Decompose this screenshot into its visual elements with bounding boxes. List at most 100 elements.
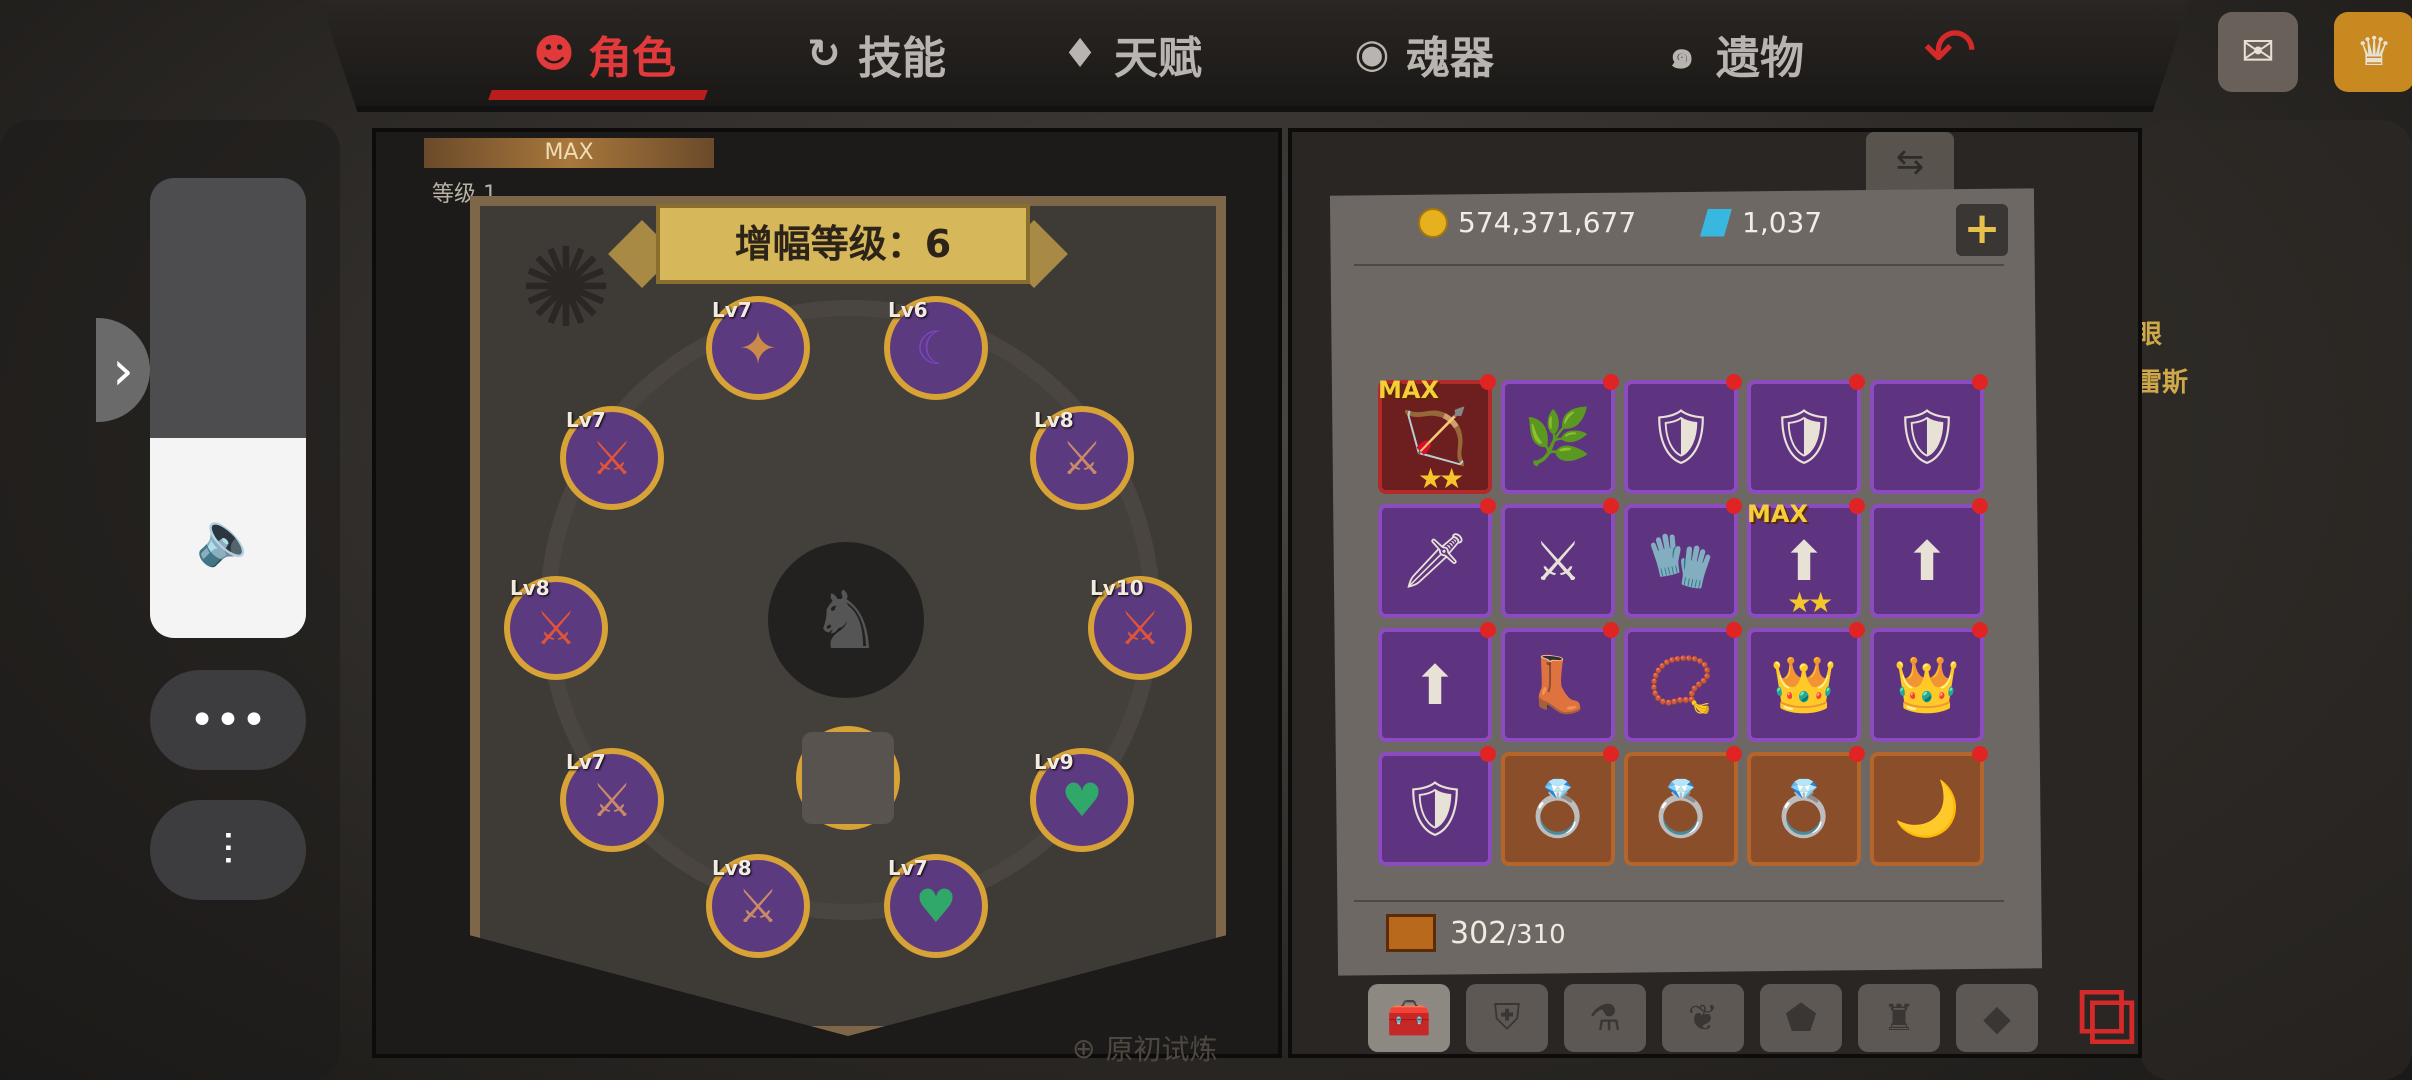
- add-currency-button[interactable]: +: [1956, 204, 2008, 256]
- inventory-item[interactable]: ⚔: [1501, 504, 1615, 618]
- slot-level-label: Lv10: [1090, 576, 1144, 600]
- toolbox-icon: 🧰: [1386, 998, 1432, 1039]
- category-tab[interactable]: ❦: [1662, 984, 1744, 1052]
- equipment-icon: 👢: [1524, 653, 1592, 716]
- tab-character-label: 角色: [588, 33, 676, 84]
- mail-button[interactable]: ✉: [2218, 12, 2298, 92]
- equipment-icon: 🧤: [1647, 529, 1715, 592]
- trial-icon: ⊕: [1072, 1031, 1096, 1065]
- new-item-dot: [1849, 374, 1865, 390]
- star-rating: ★★: [1787, 586, 1833, 619]
- inventory-capacity: 302/310: [1386, 914, 1566, 952]
- inventory-item[interactable]: ⬆: [1378, 628, 1492, 742]
- craft-button[interactable]: ⧉: [2052, 960, 2162, 1070]
- inventory-item[interactable]: 💍: [1501, 752, 1615, 866]
- mail-icon: ✉: [2241, 29, 2275, 75]
- tab-skill-label: 技能: [858, 33, 946, 84]
- gem-amount: 1,037: [1742, 206, 1823, 239]
- leaf-icon: ❦: [1687, 997, 1719, 1039]
- gem-display: 1,037: [1700, 206, 1822, 239]
- max-level-bar: MAX: [424, 138, 714, 168]
- amplify-slot[interactable]: [796, 726, 900, 830]
- new-item-dot: [1603, 746, 1619, 762]
- inventory-item[interactable]: 👑: [1870, 628, 1984, 742]
- more-options-button[interactable]: •••: [150, 670, 306, 770]
- star-rating: ★★: [1418, 462, 1464, 495]
- category-tab[interactable]: ◆: [1956, 984, 2038, 1052]
- tab-relic[interactable]: ๑ 遗物: [1658, 18, 1804, 90]
- equipment-icon: 🗡: [1400, 529, 1470, 592]
- new-item-dot: [1480, 374, 1496, 390]
- tab-soul-vessel[interactable]: ◉ 魂器: [1348, 18, 1494, 90]
- equipment-icon: 👑: [1770, 653, 1838, 716]
- slot-level-label: Lv8: [1034, 408, 1074, 432]
- new-item-dot: [1972, 746, 1988, 762]
- equipment-icon: 💍: [1770, 777, 1838, 840]
- tab-skill[interactable]: ↻ 技能: [800, 18, 946, 90]
- back-button[interactable]: ↶: [1870, 12, 2030, 92]
- slot-level-label: Lv9: [1034, 750, 1074, 774]
- background-scenery-right: [2140, 120, 2412, 1080]
- new-item-dot: [1726, 498, 1742, 514]
- gold-amount: 574,371,677: [1458, 206, 1637, 239]
- rune-icon: ⬟: [1785, 997, 1817, 1039]
- new-item-dot: [1972, 498, 1988, 514]
- inventory-item[interactable]: ⬆: [1870, 504, 1984, 618]
- volume-slider-track: [150, 178, 306, 438]
- tab-relic-label: 遗物: [1716, 33, 1804, 84]
- ellipsis-icon: •••: [189, 694, 267, 746]
- new-item-dot: [1849, 622, 1865, 638]
- volume-slider[interactable]: 🔈: [150, 178, 306, 638]
- equipment-icon: 🛡: [1646, 405, 1716, 468]
- inventory-item[interactable]: 🛡: [1747, 380, 1861, 494]
- inventory-item[interactable]: 👑: [1747, 628, 1861, 742]
- equipment-icon: 👑: [1893, 653, 1961, 716]
- inventory-item[interactable]: 👢: [1501, 628, 1615, 742]
- equalizer-button[interactable]: ⫶: [150, 800, 306, 900]
- inventory-item[interactable]: 🗡: [1378, 504, 1492, 618]
- category-tab[interactable]: ♜: [1858, 984, 1940, 1052]
- soul-vessel-icon: ◉: [1354, 31, 1390, 77]
- inventory-item[interactable]: 💍: [1747, 752, 1861, 866]
- sort-icon: ⇆: [1895, 142, 1925, 182]
- inventory-item[interactable]: 🛡: [1624, 380, 1738, 494]
- treasure-chest-icon: ♛: [2356, 29, 2392, 75]
- equipment-icon: ⬆: [1412, 653, 1458, 717]
- equipment-icon: 🌿: [1524, 405, 1592, 468]
- inventory-item[interactable]: 🛡: [1378, 752, 1492, 866]
- category-tab[interactable]: ⚗: [1564, 984, 1646, 1052]
- inventory-item[interactable]: 🧤: [1624, 504, 1738, 618]
- new-item-dot: [1480, 498, 1496, 514]
- gold-coin-icon: [1418, 207, 1448, 238]
- treasure-button[interactable]: ♛: [2334, 12, 2412, 92]
- sort-button[interactable]: ⇆: [1866, 132, 1954, 192]
- tab-character[interactable]: ☻ 角色: [530, 18, 676, 90]
- slot-level-label: Lv7: [566, 408, 606, 432]
- top-divider: [1354, 264, 2004, 266]
- sun-emblem-icon: ✺: [519, 224, 613, 352]
- new-item-dot: [1972, 622, 1988, 638]
- gem-icon: ◆: [1983, 997, 2011, 1039]
- new-item-dot: [1480, 622, 1496, 638]
- chest-icon: [1386, 914, 1436, 952]
- category-tab[interactable]: ⛨: [1466, 984, 1548, 1052]
- bottom-divider: [1354, 900, 2004, 902]
- inventory-item[interactable]: 🛡: [1870, 380, 1984, 494]
- capacity-used: 302: [1450, 915, 1508, 951]
- slot-level-label: Lv8: [712, 856, 752, 880]
- inventory-item[interactable]: 💍: [1624, 752, 1738, 866]
- max-tag: MAX: [1747, 500, 1808, 528]
- primal-trial-link[interactable]: ⊕ 原初试炼: [1072, 1028, 1217, 1068]
- rune-icon: [802, 732, 894, 824]
- slot-level-label: Lv7: [566, 750, 606, 774]
- tab-soul-vessel-label: 魂器: [1406, 33, 1494, 84]
- inventory-item[interactable]: 🌿: [1501, 380, 1615, 494]
- back-arrow-icon: ↶: [1923, 15, 1977, 89]
- inventory-item[interactable]: 📿: [1624, 628, 1738, 742]
- category-tab[interactable]: 🧰: [1368, 984, 1450, 1052]
- speaker-icon: 🔈: [195, 508, 261, 569]
- tab-talent[interactable]: ♦ 天赋: [1056, 18, 1202, 90]
- inventory-item[interactable]: 🌙: [1870, 752, 1984, 866]
- category-tab[interactable]: ⬟: [1760, 984, 1842, 1052]
- equipment-icon: 📿: [1647, 653, 1715, 716]
